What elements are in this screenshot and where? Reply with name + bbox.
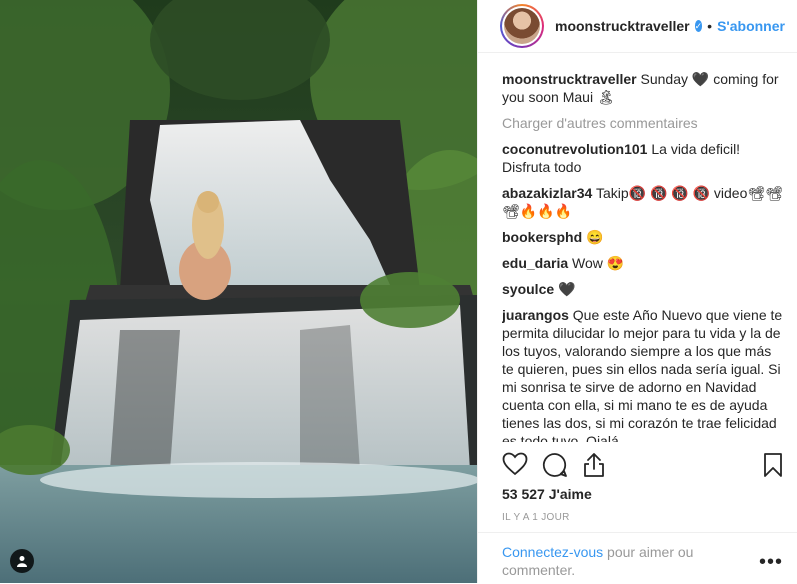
load-more-comments-button[interactable]: Charger d'autres commentaires xyxy=(502,114,783,132)
comment-username[interactable]: coconutrevolution101 xyxy=(502,141,647,157)
comment-item: syoulce 🖤 xyxy=(502,280,783,298)
comment-item: abazakizlar34 Takip🔞 🔞 🔞 🔞 video📽📽📽🔥🔥🔥 xyxy=(502,184,783,220)
comment-icon[interactable] xyxy=(542,452,568,478)
user-tag-icon[interactable] xyxy=(10,549,34,573)
comment-username[interactable]: bookersphd xyxy=(502,229,582,245)
comment-text: 😄 xyxy=(586,229,604,245)
story-ring[interactable] xyxy=(500,4,544,48)
comment-username[interactable]: edu_daria xyxy=(502,255,568,271)
caption: moonstrucktraveller Sunday 🖤 coming for … xyxy=(502,70,783,106)
follow-button[interactable]: S'abonner xyxy=(717,18,785,34)
post-photo[interactable] xyxy=(0,0,477,583)
verified-badge-icon: ✓ xyxy=(694,20,703,32)
comment-text: Que este Año Nuevo que viene te permita … xyxy=(502,307,783,442)
comment-item: bookersphd 😄 xyxy=(502,228,783,246)
comment-username[interactable]: abazakizlar34 xyxy=(502,185,592,201)
separator-dot: • xyxy=(707,18,713,34)
comment-footer: Connectez-vous pour aimer ou commenter. … xyxy=(478,532,797,584)
more-options-icon[interactable]: ••• xyxy=(759,551,783,574)
comment-item: juarangos Que este Año Nuevo que viene t… xyxy=(502,306,783,442)
bookmark-icon[interactable] xyxy=(763,452,783,478)
login-prompt: Connectez-vous pour aimer ou commenter. xyxy=(502,543,732,579)
comment-username[interactable]: juarangos xyxy=(502,307,569,323)
waterfall-image xyxy=(0,0,477,583)
post-header: moonstrucktraveller ✓ • S'abonner xyxy=(478,0,797,53)
post-timestamp[interactable]: IL Y A 1 JOUR xyxy=(502,512,570,523)
comment-item: edu_daria Wow 😍 xyxy=(502,254,783,272)
action-bar xyxy=(502,450,783,480)
likes-count[interactable]: 53 527 J'aime xyxy=(502,486,592,502)
comment-item: coconutrevolution101 La vida deficil! Di… xyxy=(502,140,783,176)
post-sidebar: moonstrucktraveller ✓ • S'abonner moonst… xyxy=(477,0,797,583)
header-username[interactable]: moonstrucktraveller xyxy=(555,18,690,34)
comment-text: Wow 😍 xyxy=(572,255,625,271)
login-link[interactable]: Connectez-vous xyxy=(502,544,603,560)
avatar[interactable] xyxy=(504,8,540,44)
caption-username[interactable]: moonstrucktraveller xyxy=(502,71,637,87)
comment-username[interactable]: syoulce xyxy=(502,281,554,297)
share-icon[interactable] xyxy=(582,452,606,478)
comment-text: 🖤 xyxy=(558,281,576,297)
comments-list[interactable]: moonstrucktraveller Sunday 🖤 coming for … xyxy=(502,70,783,442)
heart-icon[interactable] xyxy=(502,452,528,476)
